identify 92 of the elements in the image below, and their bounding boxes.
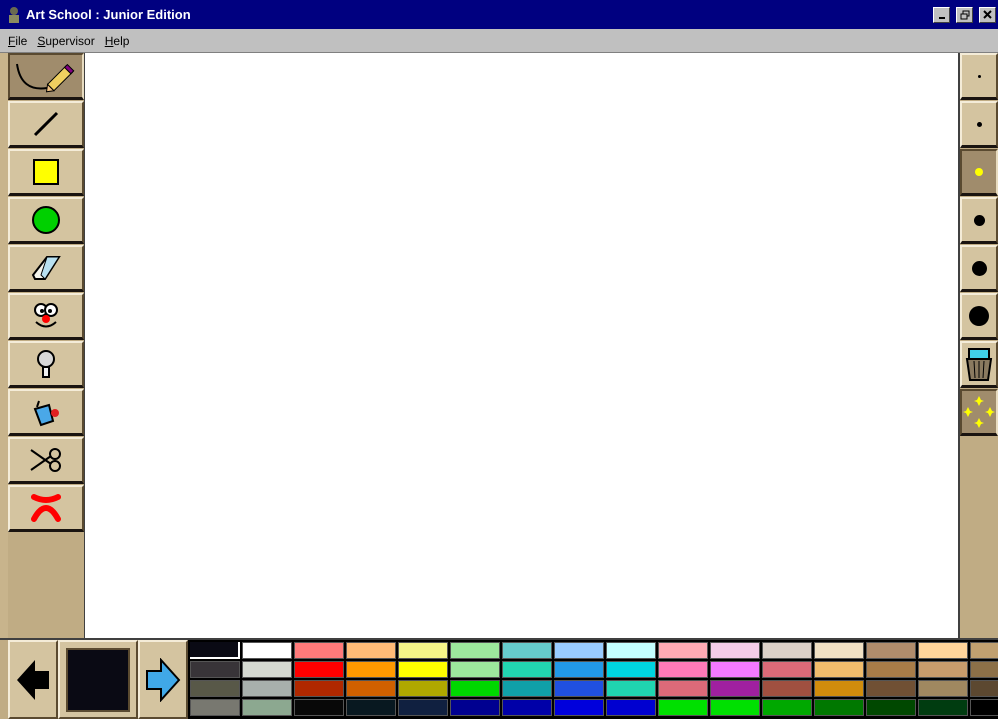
color-swatch[interactable]: [190, 680, 240, 697]
color-swatch[interactable]: [450, 642, 500, 659]
color-swatch[interactable]: [606, 699, 656, 716]
sparkle-icon: [963, 396, 995, 428]
menu-item[interactable]: Supervisor: [37, 34, 95, 48]
color-swatch[interactable]: [294, 661, 344, 678]
color-swatch[interactable]: [866, 699, 916, 716]
color-swatch[interactable]: [918, 661, 968, 678]
brush-dot-icon: [969, 306, 989, 326]
app-icon: [6, 6, 22, 24]
scissors-icon: [29, 446, 63, 474]
color-swatch[interactable]: [814, 642, 864, 659]
square-icon: [33, 159, 59, 185]
color-swatch[interactable]: [502, 642, 552, 659]
color-swatch[interactable]: [658, 699, 708, 716]
trash-bin-icon: [964, 347, 994, 381]
color-swatch[interactable]: [346, 642, 396, 659]
color-swatch[interactable]: [918, 642, 968, 659]
color-swatch[interactable]: [554, 642, 604, 659]
next-button[interactable]: [138, 640, 188, 719]
color-swatch[interactable]: [866, 661, 916, 678]
color-swatch[interactable]: [294, 642, 344, 659]
color-swatch[interactable]: [398, 661, 448, 678]
color-swatch[interactable]: [242, 661, 292, 678]
brush-dot-icon: [976, 122, 982, 126]
brush-dot-icon: [978, 74, 980, 78]
color-swatch[interactable]: [814, 661, 864, 678]
color-swatch[interactable]: [710, 699, 760, 716]
color-swatch[interactable]: [710, 642, 760, 659]
color-swatch[interactable]: [190, 661, 240, 678]
window-title: Art School : Junior Edition: [26, 7, 192, 22]
color-swatch[interactable]: [242, 642, 292, 659]
restore-button[interactable]: [956, 6, 973, 22]
color-swatch[interactable]: [606, 661, 656, 678]
close-button[interactable]: [979, 6, 996, 22]
color-swatch[interactable]: [762, 642, 812, 659]
menu-item[interactable]: Help: [104, 34, 130, 48]
color-swatch[interactable]: [866, 680, 916, 697]
color-swatch[interactable]: [762, 661, 812, 678]
color-swatch[interactable]: [606, 642, 656, 659]
color-swatch[interactable]: [658, 642, 708, 659]
color-swatch[interactable]: [294, 680, 344, 697]
brush-button[interactable]: [960, 149, 998, 196]
color-swatch[interactable]: [918, 699, 968, 716]
color-swatch[interactable]: [502, 699, 552, 716]
minimize-icon: [938, 17, 944, 19]
color-swatch[interactable]: [502, 680, 552, 697]
color-swatch[interactable]: [554, 699, 604, 716]
line-icon: [32, 110, 60, 138]
brush-dot-icon: [975, 168, 983, 176]
color-swatch[interactable]: [242, 680, 292, 697]
color-swatch[interactable]: [450, 699, 500, 716]
color-swatch[interactable]: [398, 680, 448, 697]
brush-dot-icon: [972, 260, 986, 276]
color-swatch[interactable]: [658, 680, 708, 697]
minimize-button[interactable]: [933, 6, 950, 22]
color-swatch[interactable]: [346, 699, 396, 716]
color-swatch[interactable]: [242, 699, 292, 716]
color-swatch[interactable]: [658, 661, 708, 678]
color-swatch[interactable]: [450, 680, 500, 697]
color-swatch[interactable]: [918, 680, 968, 697]
color-swatch[interactable]: [502, 661, 552, 678]
menu-item[interactable]: File: [8, 34, 28, 48]
color-swatch[interactable]: [710, 661, 760, 678]
brush-button[interactable]: [960, 389, 998, 436]
color-swatch[interactable]: [346, 661, 396, 678]
color-swatch[interactable]: [606, 680, 656, 697]
color-swatch[interactable]: [190, 699, 240, 716]
color-swatch[interactable]: [346, 680, 396, 697]
close-icon: [983, 10, 992, 19]
bulb-icon: [36, 349, 56, 379]
color-swatch[interactable]: [398, 699, 448, 716]
color-swatch[interactable]: [710, 680, 760, 697]
eraser-icon: [31, 253, 61, 283]
right-arrow-icon: [145, 658, 181, 702]
restore-icon: [960, 10, 970, 20]
color-swatch[interactable]: [762, 680, 812, 697]
color-swatch[interactable]: [554, 680, 604, 697]
color-swatch[interactable]: [814, 699, 864, 716]
color-swatch[interactable]: [450, 661, 500, 678]
previous-button[interactable]: [8, 640, 58, 719]
color-swatch[interactable]: [866, 642, 916, 659]
color-swatch[interactable]: [762, 699, 812, 716]
brush-dot-icon: [974, 214, 984, 226]
tool-button[interactable]: [8, 53, 84, 100]
color-swatch[interactable]: [294, 699, 344, 716]
color-swatch[interactable]: [554, 661, 604, 678]
left-arrow-icon: [15, 658, 51, 702]
undo-cross-icon: [30, 493, 62, 523]
circle-icon: [32, 206, 60, 234]
color-swatch[interactable]: [398, 642, 448, 659]
color-swatch[interactable]: [814, 680, 864, 697]
